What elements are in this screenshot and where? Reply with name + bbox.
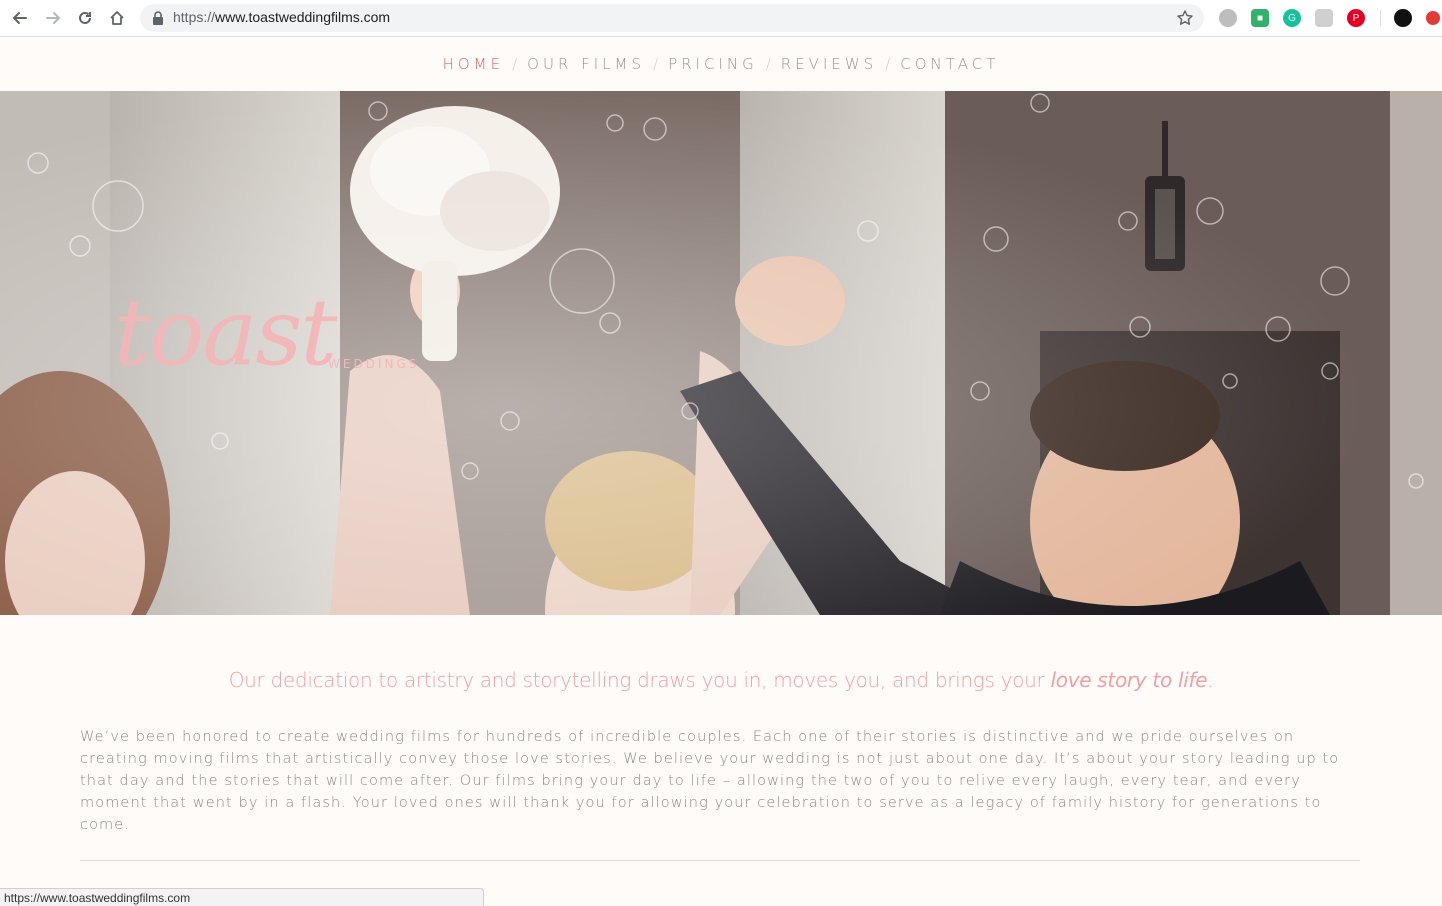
nav-separator: / <box>885 55 891 73</box>
logo-subtitle: WEDDINGS <box>328 357 420 371</box>
status-bar-url: https://www.toastweddingfilms.com <box>0 888 484 906</box>
star-icon[interactable] <box>1176 9 1194 27</box>
reload-icon <box>79 11 91 24</box>
nav-home[interactable]: HOME <box>443 55 505 73</box>
toolbar-separator <box>1380 10 1381 26</box>
reload-button[interactable] <box>74 7 96 29</box>
arrow-right-icon <box>46 12 61 24</box>
home-icon <box>110 11 124 25</box>
tagline: Our dedication to artistry and storytell… <box>0 668 1442 692</box>
browser-toolbar: https://www.toastweddingfilms.com ■ G P <box>0 0 1442 37</box>
address-bar[interactable]: https://www.toastweddingfilms.com <box>140 4 1204 32</box>
nav-our-films[interactable]: OUR FILMS <box>527 55 645 73</box>
section-divider <box>80 860 1360 861</box>
intro-paragraph: We’ve been honored to create wedding fil… <box>80 729 1340 833</box>
site-navigation: HOME / OUR FILMS / PRICING / REVIEWS / C… <box>0 37 1442 91</box>
url-text: https://www.toastweddingfilms.com <box>173 9 390 25</box>
nav-contact[interactable]: CONTACT <box>900 55 999 73</box>
home-button[interactable] <box>106 7 128 29</box>
tagline-end: . <box>1207 668 1214 692</box>
nav-reviews[interactable]: REVIEWS <box>781 55 877 73</box>
nav-separator: / <box>653 55 659 73</box>
nav-pricing[interactable]: PRICING <box>668 55 758 73</box>
extension-evernote-icon[interactable]: ■ <box>1251 9 1269 27</box>
url-scheme: https:// <box>173 9 216 25</box>
nav-separator: / <box>765 55 771 73</box>
toast-weddings-logo[interactable]: toast WEDDINGS <box>104 279 444 397</box>
tagline-emphasis: love story to life <box>1050 668 1208 692</box>
lock-icon <box>153 11 163 25</box>
extension-circle-icon[interactable] <box>1219 9 1237 27</box>
extension-grammarly-icon[interactable]: G <box>1283 9 1301 27</box>
back-button[interactable] <box>9 7 31 29</box>
logo-wordmark: toast <box>114 279 337 386</box>
profile-avatar-icon[interactable] <box>1394 9 1412 27</box>
arrow-left-icon <box>12 12 27 24</box>
nav-separator: / <box>512 55 518 73</box>
tagline-main: Our dedication to artistry and storytell… <box>228 668 1051 692</box>
forward-button[interactable] <box>42 7 64 29</box>
extension-gray-icon[interactable] <box>1315 9 1333 27</box>
extension-red-icon[interactable] <box>1426 11 1440 25</box>
hero-banner: toast WEDDINGS <box>0 91 1442 615</box>
extension-pinterest-icon[interactable]: P <box>1347 9 1365 27</box>
url-host: www.toastweddingfilms.com <box>215 9 391 25</box>
